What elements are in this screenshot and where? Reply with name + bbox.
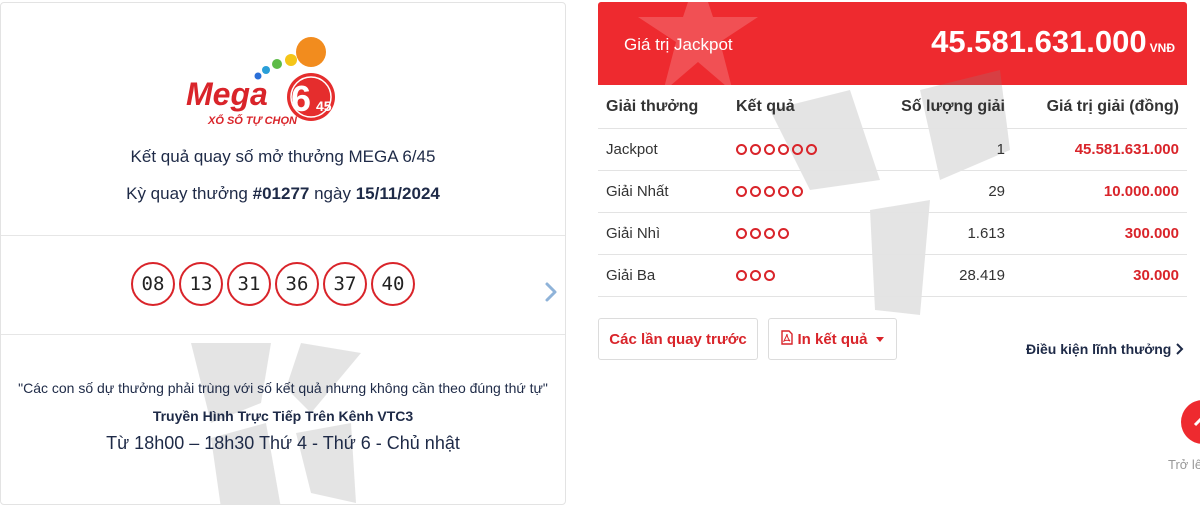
svg-text:Mega: Mega xyxy=(186,76,268,112)
prize-table: Giải thưởng Kết quả Số lượng giải Giá tr… xyxy=(598,86,1187,297)
match-dot xyxy=(764,269,775,281)
number-ball: 13 xyxy=(179,262,223,306)
next-draw-chevron-icon[interactable] xyxy=(542,280,560,304)
table-row: Jackpot 1 45.581.631.000 xyxy=(598,128,1187,171)
svg-text:XỔ SỐ TỰ CHỌN: XỔ SỐ TỰ CHỌN xyxy=(207,114,298,127)
previous-draws-button[interactable]: Các lần quay trước xyxy=(598,318,758,360)
winner-count: 1 xyxy=(878,128,1013,171)
match-dot xyxy=(764,143,775,155)
prize-name: Jackpot xyxy=(598,128,728,171)
match-dot xyxy=(806,143,817,155)
star-watermark-icon xyxy=(151,343,411,504)
table-header-row: Giải thưởng Kết quả Số lượng giải Giá tr… xyxy=(598,86,1187,129)
number-ball: 40 xyxy=(371,262,415,306)
header-result: Kết quả xyxy=(728,86,878,129)
number-ball: 36 xyxy=(275,262,319,306)
rule-note: "Các con số dự thưởng phải trùng với số … xyxy=(18,380,548,396)
result-title: Kết quả quay số mở thưởng MEGA 6/45 xyxy=(130,147,436,166)
jackpot-amount: 45.581.631.000 xyxy=(931,24,1147,59)
pdf-file-icon xyxy=(781,329,794,349)
draw-prefix: Kỳ quay thưởng xyxy=(126,184,248,203)
table-row: Giải Nhì 1.613 300.000 xyxy=(598,212,1187,255)
print-results-button[interactable]: In kết quả xyxy=(768,318,897,360)
header-value: Giá trị giải (đồng) xyxy=(1013,86,1187,129)
draw-number: #01277 xyxy=(252,184,310,203)
date-prefix: ngày xyxy=(314,184,351,203)
table-row: Giải Nhất 29 10.000.000 xyxy=(598,170,1187,213)
match-dot xyxy=(764,185,775,197)
draw-date: 15/11/2024 xyxy=(355,184,440,203)
match-dot xyxy=(736,143,747,155)
number-ball: 31 xyxy=(227,262,271,306)
match-dot xyxy=(778,143,789,155)
print-label: In kết quả xyxy=(797,330,868,348)
match-dot xyxy=(736,185,747,197)
winning-numbers: 08 13 31 36 37 40 xyxy=(131,262,415,306)
match-indicator xyxy=(728,128,878,171)
winner-count: 29 xyxy=(878,170,1013,213)
prize-value: 300.000 xyxy=(1013,212,1187,255)
header-count: Số lượng giải xyxy=(878,86,1013,129)
match-indicator xyxy=(728,170,878,213)
conditions-label: Điều kiện lĩnh thưởng xyxy=(1026,341,1172,357)
match-indicator xyxy=(728,254,878,297)
prize-name: Giải Nhì xyxy=(598,212,728,255)
number-ball: 37 xyxy=(323,262,367,306)
match-dot xyxy=(792,143,803,155)
prize-value: 45.581.631.000 xyxy=(1013,128,1187,171)
prize-value: 10.000.000 xyxy=(1013,170,1187,213)
prize-name: Giải Ba xyxy=(598,254,728,297)
mega-645-logo-graphic: Mega 6 45 XỔ SỐ TỰ CHỌN xyxy=(186,37,335,127)
winner-count: 28.419 xyxy=(878,254,1013,297)
svg-text:6: 6 xyxy=(291,78,311,119)
match-dot xyxy=(750,185,761,197)
draw-info: Kỳ quay thưởng #01277 ngày 15/11/2024 xyxy=(1,184,565,204)
broadcast-channel: Truyền Hình Trực Tiếp Trên Kênh VTC3 xyxy=(152,408,414,424)
jackpot-value: 45.581.631.000 VNĐ xyxy=(931,24,1175,60)
match-dot xyxy=(764,227,775,239)
number-ball: 08 xyxy=(131,262,175,306)
header-prize: Giải thưởng xyxy=(598,86,728,129)
back-to-top-label: Trở lê xyxy=(1168,457,1200,472)
broadcast-time: Từ 18h00 – 18h30 Thứ 4 - Thứ 6 - Chủ nhậ… xyxy=(106,433,460,453)
svg-text:45: 45 xyxy=(316,98,332,114)
match-indicator xyxy=(728,212,878,255)
prize-value: 30.000 xyxy=(1013,254,1187,297)
match-dot xyxy=(736,227,747,239)
match-dot xyxy=(792,185,803,197)
table-row: Giải Ba 28.419 30.000 xyxy=(598,254,1187,297)
caret-down-icon xyxy=(875,336,884,342)
winner-count: 1.613 xyxy=(878,212,1013,255)
mega-645-logo: Mega 6 45 XỔ SỐ TỰ CHỌN xyxy=(184,35,364,130)
match-dot xyxy=(736,269,747,281)
result-panel: Mega 6 45 XỔ SỐ TỰ CHỌN Kết quả quay số … xyxy=(0,2,566,505)
match-dot xyxy=(750,143,761,155)
prize-conditions-link[interactable]: Điều kiện lĩnh thưởng xyxy=(1026,341,1184,357)
currency-unit: VNĐ xyxy=(1149,41,1175,55)
divider xyxy=(1,334,565,335)
arrow-up-icon xyxy=(1193,417,1200,427)
back-to-top-button[interactable] xyxy=(1181,400,1200,444)
chevron-right-icon xyxy=(1176,343,1184,355)
match-dot xyxy=(750,227,761,239)
divider xyxy=(1,235,565,236)
match-dot xyxy=(778,185,789,197)
prize-name: Giải Nhất xyxy=(598,170,728,213)
jackpot-label: Giá trị Jackpot xyxy=(624,35,733,54)
match-dot xyxy=(750,269,761,281)
match-dot xyxy=(778,227,789,239)
